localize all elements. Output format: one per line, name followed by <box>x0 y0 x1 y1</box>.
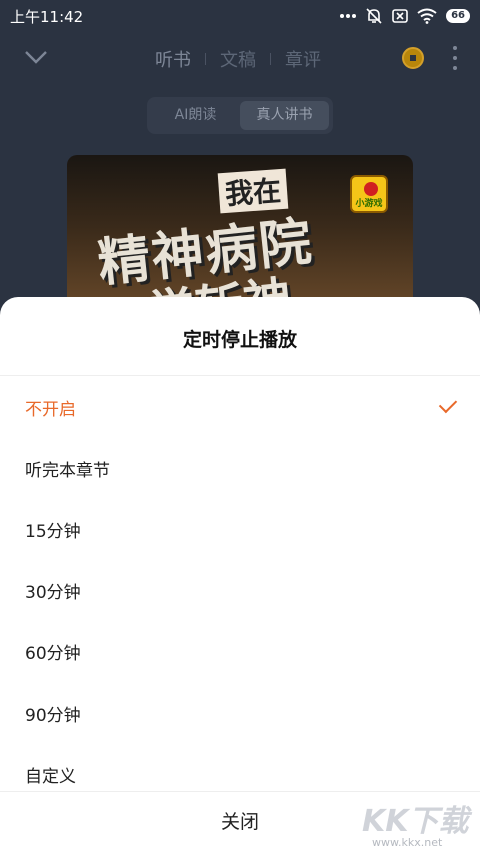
tab-listen[interactable]: 听书 <box>155 46 191 72</box>
option-label: 60分钟 <box>25 644 81 664</box>
tab-divider <box>205 53 206 65</box>
more-icon[interactable] <box>452 46 458 70</box>
watermark: KK下载 www.kkx.net <box>362 796 477 851</box>
coin-icon[interactable] <box>402 47 424 69</box>
option-15-min[interactable]: 15分钟 <box>0 499 480 560</box>
mute-icon <box>366 8 382 24</box>
mode-switch: AI朗读 真人讲书 <box>147 97 333 134</box>
option-label: 15分钟 <box>25 522 81 542</box>
option-off[interactable]: 不开启 <box>0 377 480 438</box>
option-end-of-chapter[interactable]: 听完本章节 <box>0 438 480 499</box>
mode-human-narration[interactable]: 真人讲书 <box>240 101 329 130</box>
sheet-title: 定时停止播放 <box>182 329 297 351</box>
option-30-min[interactable]: 30分钟 <box>0 560 480 621</box>
option-label: 听完本章节 <box>25 461 110 481</box>
nav-tabs: 听书 文稿 章评 <box>155 46 321 72</box>
status-icons: 66 <box>340 7 470 25</box>
option-label: 不开启 <box>25 400 76 420</box>
chevron-down-icon[interactable] <box>24 48 48 66</box>
book-cover: 我在 精神病院 学斩神 小游戏 <box>67 155 413 315</box>
tab-divider <box>270 53 271 65</box>
watermark-url: www.kkx.net <box>372 836 443 849</box>
sim-icon <box>392 9 408 23</box>
option-label: 90分钟 <box>25 706 81 726</box>
watermark-logo: KK下载 <box>362 804 469 839</box>
check-icon <box>438 394 458 414</box>
divider <box>0 375 480 376</box>
mini-game-badge: 小游戏 <box>350 175 388 213</box>
tab-chapter-comments[interactable]: 章评 <box>285 46 321 72</box>
status-bar: 上午11:42 66 <box>0 0 480 32</box>
option-60-min[interactable]: 60分钟 <box>0 621 480 682</box>
option-label: 30分钟 <box>25 583 81 603</box>
option-label: 自定义 <box>25 767 76 787</box>
option-90-min[interactable]: 90分钟 <box>0 683 480 744</box>
timer-sheet: 定时停止播放 不开启 听完本章节 15分钟 30分钟 60分钟 90分钟 自定义… <box>0 297 480 853</box>
tab-manuscript[interactable]: 文稿 <box>220 46 256 72</box>
top-nav: 听书 文稿 章评 <box>0 40 480 76</box>
dots-icon <box>340 14 357 18</box>
mode-ai-read[interactable]: AI朗读 <box>151 101 240 130</box>
status-time: 上午11:42 <box>10 7 84 26</box>
wifi-icon <box>417 8 437 24</box>
battery-icon: 66 <box>446 9 470 23</box>
